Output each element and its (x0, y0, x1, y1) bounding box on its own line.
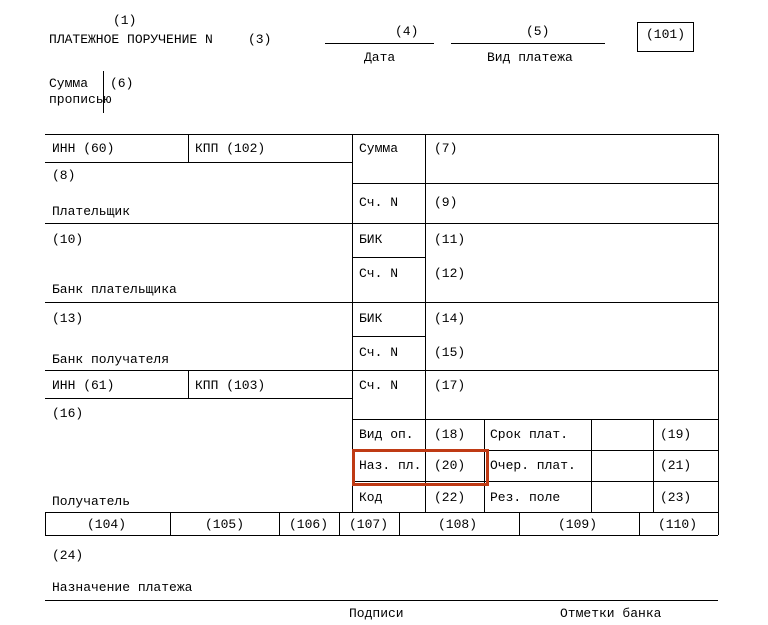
num-7: (7) (434, 141, 457, 157)
codes-v1 (170, 512, 171, 535)
h-under-payer (45, 223, 352, 224)
h-under-payeebank (45, 370, 352, 371)
date-line (325, 43, 434, 44)
h-under-inn60 (45, 162, 352, 163)
num-105: (105) (205, 517, 244, 533)
label-payee: Получатель (52, 494, 130, 510)
v-653 (653, 419, 654, 512)
label-payee-bank: Банк получателя (52, 352, 169, 368)
h-under-payerbank (45, 302, 352, 303)
num-13: (13) (52, 311, 83, 327)
num-104: (104) (87, 517, 126, 533)
codes-v2 (279, 512, 280, 535)
label-ocher-plat: Очер. плат. (490, 458, 576, 474)
codes-v6 (639, 512, 640, 535)
h-r7 (352, 419, 718, 420)
num-107: (107) (349, 517, 388, 533)
num-9: (9) (434, 195, 457, 211)
num-16: (16) (52, 406, 83, 422)
num-5: (5) (526, 24, 549, 40)
label-payer: Плательщик (52, 204, 130, 220)
label-sch-n-4: Сч. N (359, 378, 398, 394)
label-sch-n-1: Сч. N (359, 195, 398, 211)
label-naz-pl: Наз. пл. (359, 458, 421, 474)
num-109: (109) (558, 517, 597, 533)
label-sch-n-3: Сч. N (359, 345, 398, 361)
v-591 (591, 419, 592, 512)
h-under-inn61 (45, 398, 352, 399)
num-108: (108) (438, 517, 477, 533)
num-106: (106) (289, 517, 328, 533)
sumword-vline (103, 71, 104, 113)
label-payer-bank: Банк плательщика (52, 282, 177, 298)
grid-bottom (45, 535, 718, 536)
label-bank-marks: Отметки банка (560, 606, 661, 622)
h-r6 (352, 370, 718, 371)
inn-61: ИНН (61) (52, 378, 114, 394)
codes-v4 (399, 512, 400, 535)
codes-left (45, 512, 46, 535)
label-summa: Сумма (359, 141, 398, 157)
num-110: (110) (658, 517, 697, 533)
label-date: Дата (364, 50, 395, 66)
num-17: (17) (434, 378, 465, 394)
num-8: (8) (52, 168, 75, 184)
label-vid-op: Вид оп. (359, 427, 414, 443)
num-21: (21) (660, 458, 691, 474)
label-bik-2: БИК (359, 311, 382, 327)
label-srok-plat: Срок плат. (490, 427, 568, 443)
grid-top (45, 134, 718, 135)
num-12: (12) (434, 266, 465, 282)
footer-line (45, 600, 718, 601)
codes-v3 (339, 512, 340, 535)
v-352 (352, 134, 353, 512)
num-19: (19) (660, 427, 691, 443)
num-14: (14) (434, 311, 465, 327)
paykind-line (451, 43, 605, 44)
num-3: (3) (248, 32, 271, 48)
v-484 (484, 419, 485, 512)
label-purpose: Назначение платежа (52, 580, 192, 596)
label-sch-n-2: Сч. N (359, 266, 398, 282)
num-4: (4) (395, 24, 418, 40)
label-signs: Подписи (349, 606, 404, 622)
kpp-102: КПП (102) (195, 141, 265, 157)
num-18: (18) (434, 427, 465, 443)
h-above-codes (45, 512, 718, 513)
codes-v5 (519, 512, 520, 535)
inn-60: ИНН (60) (52, 141, 114, 157)
num-23: (23) (660, 490, 691, 506)
num-1: (1) (113, 13, 136, 29)
h-r9 (352, 481, 718, 482)
num-24: (24) (52, 548, 83, 564)
h-r8 (352, 450, 718, 451)
v-kpp102 (188, 134, 189, 162)
label-bik-1: БИК (359, 232, 382, 248)
label-paykind: Вид платежа (487, 50, 573, 66)
grid-right (718, 134, 719, 535)
title: ПЛАТЕЖНОЕ ПОРУЧЕНИЕ N (49, 32, 213, 48)
v-425 (425, 134, 426, 512)
h-r3-short (352, 257, 425, 258)
h-r2 (352, 223, 718, 224)
num-6: (6) (110, 76, 133, 92)
h-r1 (352, 183, 718, 184)
num-20: (20) (434, 458, 465, 474)
num-11: (11) (434, 232, 465, 248)
num-10: (10) (52, 232, 83, 248)
label-kod: Код (359, 490, 382, 506)
num-22: (22) (434, 490, 465, 506)
h-r4 (352, 302, 718, 303)
h-r5-short (352, 336, 425, 337)
v-kpp103 (188, 370, 189, 398)
label-rez-pole: Рез. поле (490, 490, 560, 506)
label-sum-word-1: Сумма (49, 76, 88, 92)
field-101: (101) (637, 22, 694, 52)
num-15: (15) (434, 345, 465, 361)
kpp-103: КПП (103) (195, 378, 265, 394)
